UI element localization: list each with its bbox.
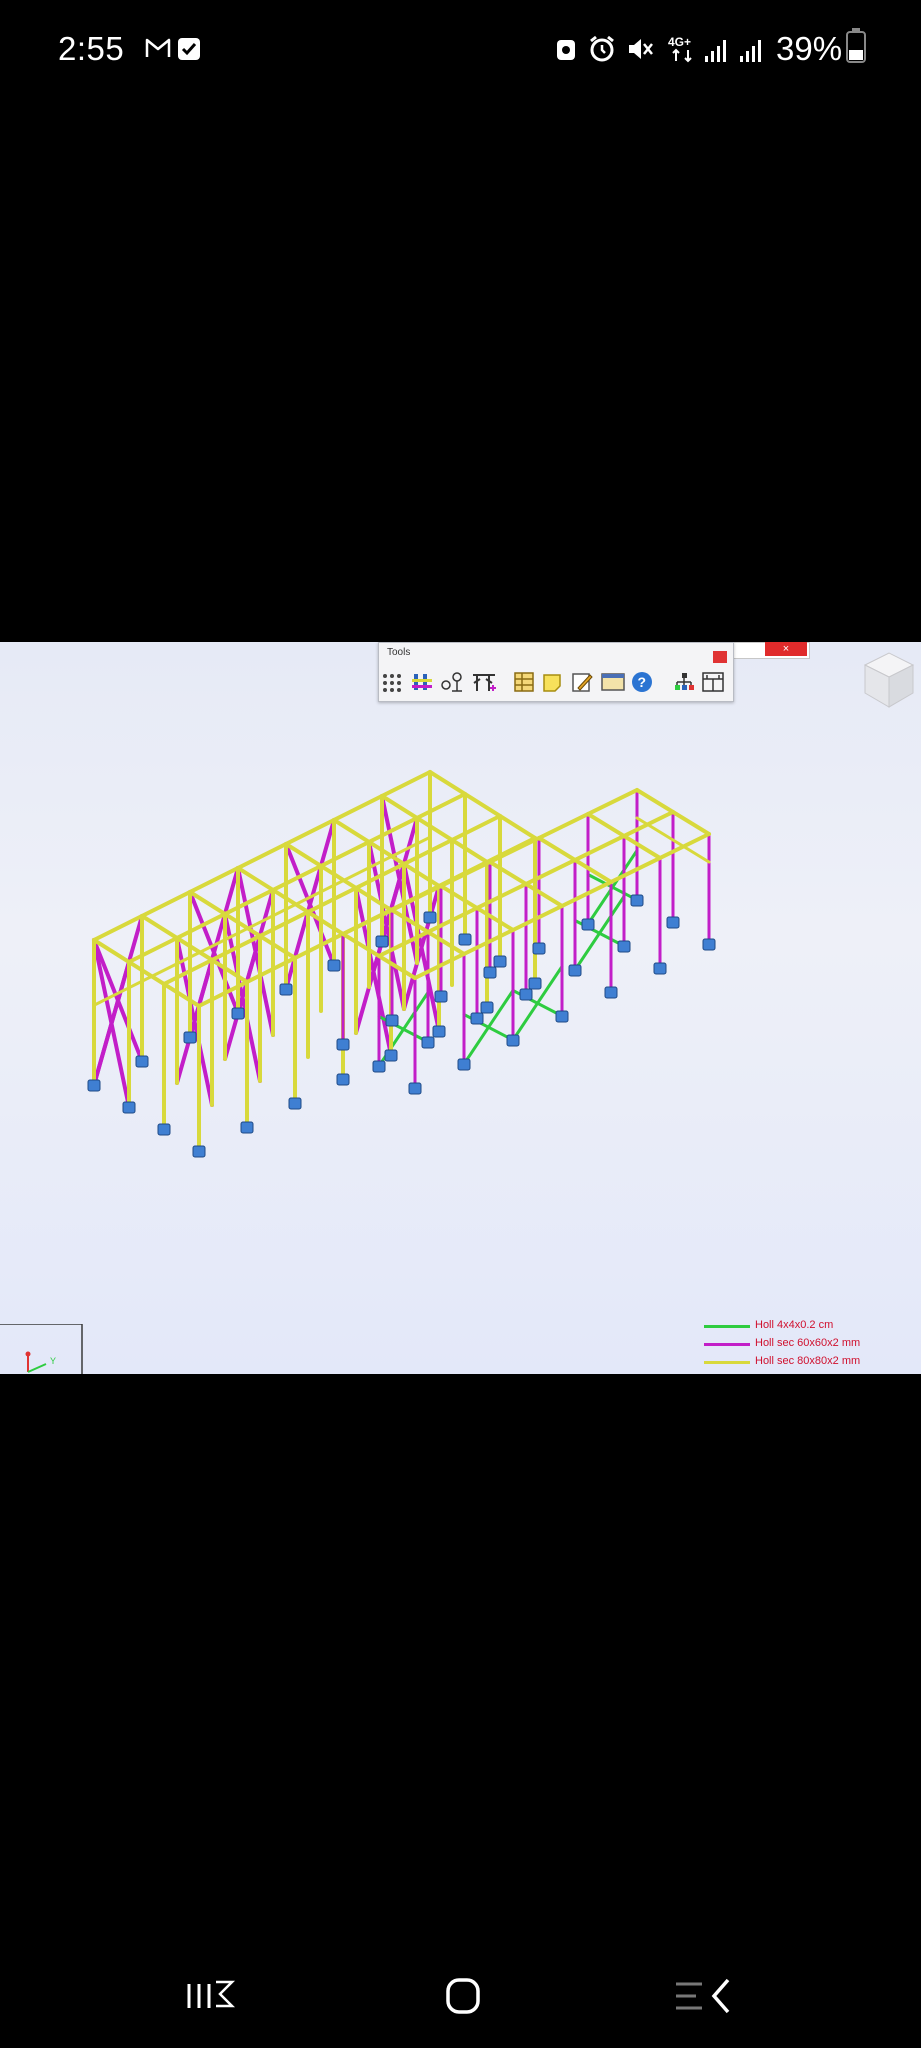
support-node [457,1058,471,1071]
support-node [506,1034,520,1047]
bracing-member [236,888,275,1015]
svg-text:?: ? [638,674,647,690]
support-node [702,938,716,951]
legend-label: Holl sec 80x80x2 mm [755,1355,861,1367]
support-node [434,990,448,1003]
support-node [519,988,533,1001]
support-node [288,1097,302,1110]
legend-item: Holl sec 60x60x2 mm [704,1336,914,1354]
svg-text:4G+: 4G+ [668,35,691,49]
signal-icon [738,36,766,69]
support-node [421,1036,435,1049]
window-icon[interactable] [601,671,625,693]
xyz-axes-icon: Y [0,1323,84,1374]
camera-alert-icon [555,36,577,67]
support-node [279,983,293,996]
support-node [555,1010,569,1023]
support-node [183,1031,197,1044]
support-node [372,1060,386,1073]
support-node [604,986,618,999]
recent-apps-icon[interactable] [180,1970,250,2022]
support-node [240,1121,254,1134]
support-node [231,1007,245,1020]
home-icon[interactable] [428,1970,498,2022]
support-node [385,1014,399,1027]
note-icon[interactable] [541,671,563,693]
support-node [653,962,667,975]
support-node [157,1123,171,1136]
support-node [458,933,472,946]
support-node [408,1082,422,1095]
support-node [493,955,507,968]
structure-icon[interactable] [411,671,433,693]
hierarchy-icon[interactable] [673,671,695,693]
support-node [135,1055,149,1068]
legend-swatch [704,1325,750,1328]
toolbar-title: Tools [387,647,411,658]
support-node [617,940,631,953]
help-icon[interactable]: ? [631,671,653,693]
support-node [480,1001,494,1014]
4g-plus-icon: 4G+ [666,34,700,69]
legend-item: Holl sec 80x80x2 mm [704,1354,914,1372]
support-node [192,1145,206,1158]
edit-icon[interactable] [571,671,593,693]
support-node [528,977,542,990]
support-node [568,964,582,977]
battery-percentage: 39% [776,30,843,67]
support-node [327,959,341,972]
section-legend: Holl 4x4x0.2 cm Holl sec 60x60x2 mm Holl… [704,1318,914,1372]
view-cube-icon[interactable] [855,645,921,715]
back-icon[interactable] [670,1970,740,2022]
legend-label: Holl sec 60x60x2 mm [755,1337,861,1349]
support-node [122,1101,136,1114]
legend-swatch [704,1361,750,1364]
legend-swatch [704,1343,750,1346]
legend-item: Holl 4x4x0.2 cm [704,1318,914,1336]
close-button[interactable]: × [765,642,807,656]
svg-text:Y: Y [50,1356,56,1366]
support-node [384,1049,398,1062]
layout-icon[interactable] [701,671,724,693]
signal-icon [703,36,731,69]
tools-toolbar: Tools ? [378,642,734,702]
mute-icon [626,35,654,68]
structural-model-viewport[interactable]: × Tools ? Y Holl 4x4x0.2 cm Holl sec 60x… [0,642,921,1374]
alarm-icon [588,35,616,68]
support-node [336,1073,350,1086]
support-node [470,1012,484,1025]
checkbox-notification-icon [177,37,201,66]
nodes-icon[interactable] [439,671,462,693]
gmail-icon [145,37,171,64]
grid-dots-icon[interactable] [381,671,403,693]
structure-3d-model[interactable] [0,642,921,1374]
legend-label: Holl 4x4x0.2 cm [755,1319,834,1331]
clock: 2:55 [58,30,125,67]
support-node [87,1079,101,1092]
support-node [630,894,644,907]
support-node [336,1038,350,1051]
support-node [483,966,497,979]
navigation-bar [0,1930,921,2048]
bracing-member [402,884,441,1011]
support-node [432,1025,446,1038]
bars-icon[interactable] [471,671,496,693]
support-node [375,935,389,948]
support-node [532,942,546,955]
support-node [666,916,680,929]
toolbar-close-icon[interactable] [713,651,727,663]
status-bar: 2:55 4G+ 39% [0,0,921,100]
support-node [423,911,437,924]
support-node [581,918,595,931]
table-icon[interactable] [513,671,535,693]
battery-icon [844,28,868,69]
